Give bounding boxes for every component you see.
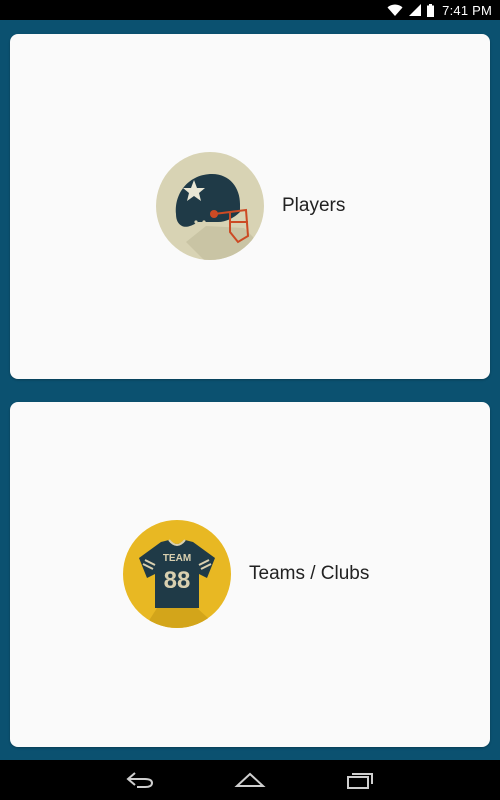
- teams-card-content: TEAM 88 Teams / Clubs: [123, 520, 369, 628]
- players-card-content: Players: [156, 152, 345, 260]
- helmet-icon: [156, 152, 264, 260]
- recent-apps-icon[interactable]: [340, 765, 380, 795]
- players-label: Players: [282, 195, 346, 216]
- battery-icon: [427, 3, 435, 17]
- signal-icon: [409, 4, 422, 16]
- players-card[interactable]: Players: [10, 34, 490, 379]
- teams-clubs-label: Teams / Clubs: [249, 563, 370, 584]
- jersey-icon: TEAM 88: [123, 520, 231, 628]
- navigation-bar: [0, 760, 500, 800]
- jersey-number-text: 88: [164, 567, 191, 594]
- back-icon[interactable]: [120, 765, 160, 795]
- wifi-icon: [387, 4, 403, 16]
- jersey-team-text: TEAM: [163, 553, 191, 564]
- status-time: 7:41 PM: [442, 2, 492, 18]
- app-content: Players TEAM 88 Teams / Clubs: [0, 20, 500, 760]
- status-bar: 7:41 PM: [0, 0, 500, 20]
- home-icon[interactable]: [230, 765, 270, 795]
- teams-clubs-card[interactable]: TEAM 88 Teams / Clubs: [10, 402, 490, 747]
